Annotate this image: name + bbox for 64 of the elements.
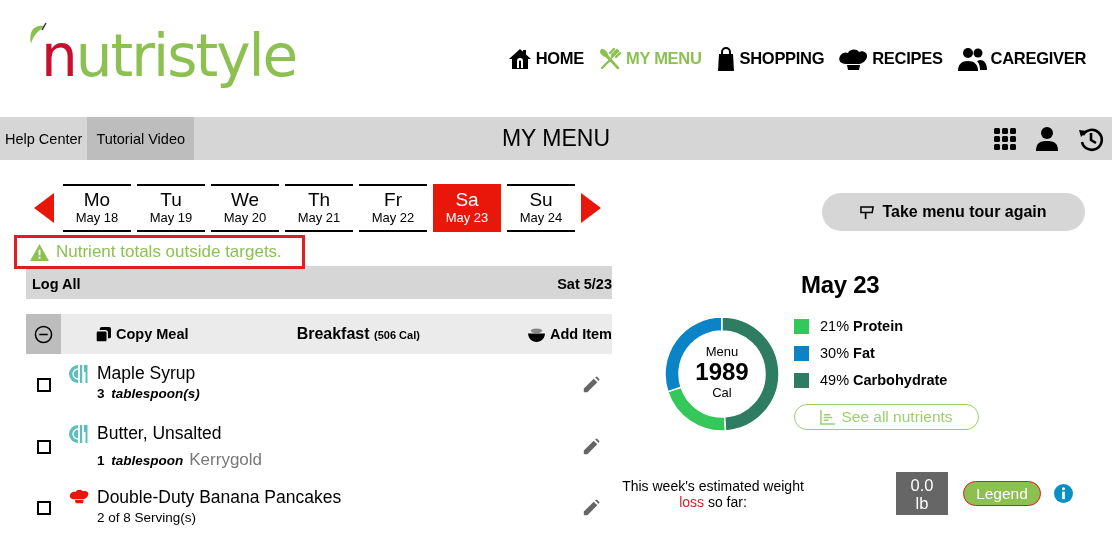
logo[interactable]: nutristyle bbox=[27, 19, 297, 90]
bar-chart-icon bbox=[820, 409, 836, 425]
fork-and-knife-icon bbox=[598, 46, 622, 71]
checkbox[interactable] bbox=[37, 378, 51, 392]
servings: 2 of 8 Serving(s) bbox=[97, 509, 197, 527]
checkbox[interactable] bbox=[37, 440, 51, 454]
food-name[interactable]: Butter, Unsalted bbox=[97, 422, 263, 444]
toolbar-link[interactable]: Tutorial Video bbox=[87, 117, 195, 160]
copy-meal-link[interactable]: Copy Meal bbox=[96, 326, 189, 342]
portion: 1 tablespoon bbox=[97, 452, 184, 470]
calorie-unit: Cal bbox=[712, 386, 732, 399]
food-name[interactable]: Maple Syrup bbox=[97, 362, 200, 384]
legend-label: 21% Protein bbox=[820, 318, 903, 334]
day-tab[interactable]: Mo May 18 bbox=[63, 184, 131, 232]
copy-icon bbox=[96, 326, 111, 342]
people-icon bbox=[956, 46, 987, 71]
pencil-icon[interactable] bbox=[582, 376, 600, 394]
apps-grid-icon[interactable] bbox=[994, 127, 1016, 150]
weight-change-value: 0.0 lb bbox=[896, 472, 948, 515]
pencil-icon[interactable] bbox=[582, 438, 600, 456]
legend-label: 30% Fat bbox=[820, 345, 875, 361]
pencil-icon[interactable] bbox=[582, 499, 600, 517]
nav-link[interactable]: SHOPPING bbox=[715, 46, 825, 71]
shopping-bag-icon bbox=[715, 46, 736, 71]
bowl-icon bbox=[527, 326, 545, 342]
calorie-total: 1989 bbox=[695, 360, 749, 384]
info-icon[interactable] bbox=[1054, 484, 1073, 503]
day-tab[interactable]: Tu May 19 bbox=[137, 184, 205, 232]
plate-and-utensils-icon bbox=[69, 424, 89, 444]
leaf-icon bbox=[27, 21, 47, 46]
previous-arrow-icon[interactable] bbox=[34, 193, 54, 223]
weight-loss-note: This week's estimated weight loss so far: bbox=[621, 477, 805, 510]
legend-label: 49% Carbohydrate bbox=[820, 372, 948, 388]
day-tab[interactable]: We May 20 bbox=[211, 184, 279, 232]
day-tab[interactable]: Th May 21 bbox=[285, 184, 353, 232]
menu-tour-button[interactable]: Take menu tour again bbox=[822, 193, 1085, 231]
signpost-icon bbox=[860, 204, 876, 220]
brand-name: Kerrygold bbox=[189, 450, 263, 470]
toolbar-link[interactable]: Help Center bbox=[0, 117, 88, 160]
page-title: MY MENU bbox=[500, 124, 612, 153]
home-icon bbox=[507, 46, 532, 71]
warning-message: Nutrient totals outside targets. bbox=[14, 235, 305, 269]
warning-icon bbox=[30, 243, 49, 261]
next-arrow-icon[interactable] bbox=[581, 193, 601, 223]
plate-and-utensils-icon bbox=[69, 364, 89, 384]
person-icon[interactable] bbox=[1036, 126, 1058, 151]
day-tab[interactable]: Su May 24 bbox=[507, 184, 575, 232]
nav-link[interactable]: HOME bbox=[507, 46, 584, 71]
selected-date: Sat 5/23 bbox=[557, 276, 612, 292]
meal-title: Breakfast (506 Cal) bbox=[296, 325, 420, 343]
collapse-button[interactable] bbox=[26, 314, 61, 354]
log-all-link[interactable]: Log All bbox=[32, 276, 81, 292]
day-tab[interactable]: Sa May 23 bbox=[433, 184, 501, 232]
recipe-name[interactable]: Double-Duty Banana Pancakes bbox=[97, 486, 342, 508]
checkbox[interactable] bbox=[37, 501, 51, 515]
day-tab[interactable]: Fr May 22 bbox=[359, 184, 427, 232]
chef-hat-icon bbox=[69, 488, 89, 504]
minus-circle-icon bbox=[34, 324, 53, 344]
summary-date: May 23 bbox=[801, 271, 881, 299]
add-item-link[interactable]: Add Item bbox=[527, 326, 612, 342]
chart-caption: Menu bbox=[705, 345, 739, 358]
nav-link[interactable]: CAREGIVER bbox=[956, 46, 1086, 71]
portion: 3 tablespoon(s) bbox=[97, 385, 200, 403]
nav-link[interactable]: RECIPES bbox=[838, 46, 943, 71]
